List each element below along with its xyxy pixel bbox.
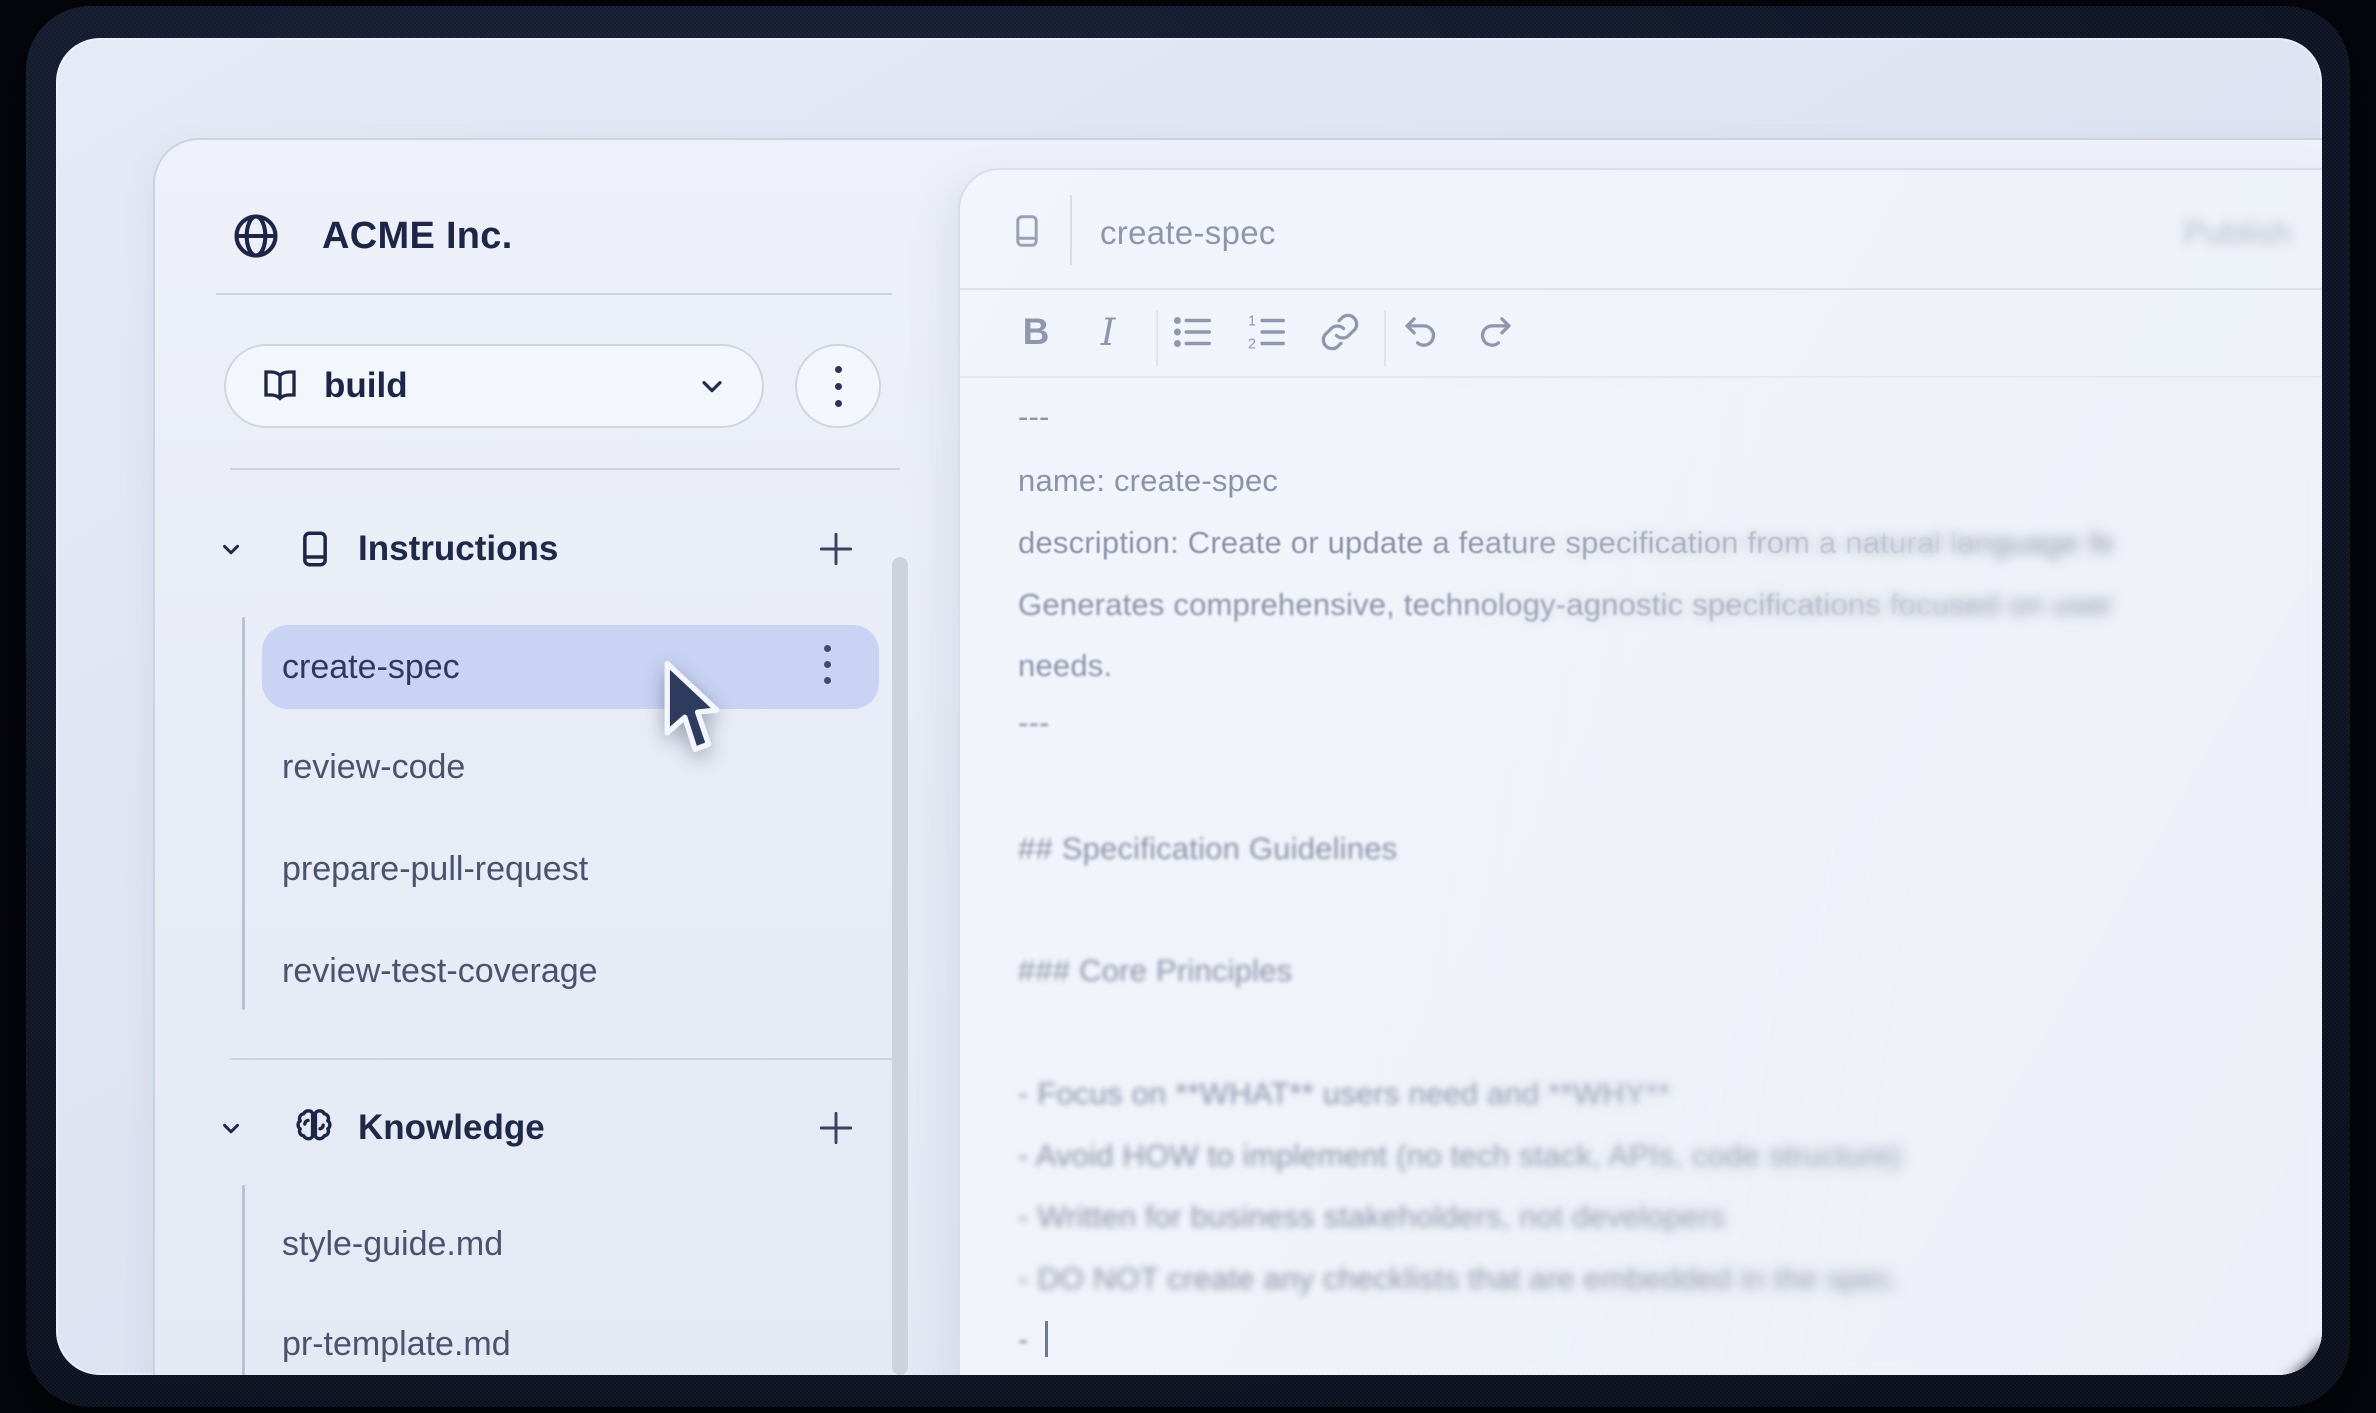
globe-icon bbox=[230, 210, 282, 262]
undo-icon bbox=[1401, 311, 1443, 353]
publish-button[interactable]: Publish bbox=[2183, 214, 2291, 252]
editor-line: name: create-spec bbox=[1018, 461, 1278, 501]
ordered-list-button[interactable]: 1 2 bbox=[1242, 310, 1290, 354]
divider bbox=[230, 468, 900, 470]
link-button[interactable] bbox=[1317, 310, 1363, 354]
workspace-selector[interactable]: build bbox=[224, 344, 764, 428]
sidebar-scrollbar[interactable] bbox=[892, 557, 908, 1375]
section-collapse-chevron-icon[interactable] bbox=[218, 536, 244, 562]
header-divider bbox=[1070, 195, 1072, 265]
bullet-list-icon bbox=[1169, 309, 1215, 355]
item-kebab-menu-icon[interactable] bbox=[824, 645, 831, 684]
screenshot-stage: ACME Inc. build bbox=[0, 0, 2376, 1413]
tree-indent-line bbox=[242, 617, 245, 1010]
divider bbox=[216, 293, 892, 295]
divider bbox=[960, 288, 2322, 290]
sidebar-item-style-guide[interactable]: style-guide.md bbox=[282, 1216, 503, 1272]
editor-line: --- bbox=[1018, 397, 1050, 437]
editor-line: --- bbox=[1018, 703, 1050, 743]
toolbar-divider bbox=[1384, 310, 1386, 366]
redo-icon bbox=[1473, 311, 1515, 353]
workspace-menu-button[interactable] bbox=[795, 344, 881, 428]
workspace-label: build bbox=[324, 366, 408, 406]
editor-line: - bbox=[1018, 1320, 1048, 1360]
kebab-menu-icon bbox=[835, 366, 842, 407]
add-knowledge-button[interactable] bbox=[814, 1106, 858, 1150]
undo-button[interactable] bbox=[1399, 310, 1445, 354]
mouse-cursor bbox=[660, 658, 722, 758]
add-instruction-button[interactable] bbox=[814, 527, 858, 571]
link-icon bbox=[1319, 311, 1361, 353]
editor-line: ### Core Principles bbox=[1018, 951, 1292, 991]
sidebar-item-pr-template[interactable]: pr-template.md bbox=[282, 1316, 511, 1372]
chevron-down-icon bbox=[696, 370, 728, 402]
redo-button[interactable] bbox=[1471, 310, 1517, 354]
ordered-list-icon: 1 2 bbox=[1243, 309, 1289, 355]
document-icon bbox=[1008, 212, 1046, 250]
doc-title: create-spec bbox=[1100, 205, 1276, 261]
italic-button[interactable]: I bbox=[1086, 310, 1130, 354]
svg-text:2: 2 bbox=[1248, 336, 1256, 352]
app-window: ACME Inc. build bbox=[56, 38, 2322, 1375]
sidebar-item-prepare-pull-request[interactable]: prepare-pull-request bbox=[282, 841, 588, 897]
toolbar-divider bbox=[1156, 310, 1158, 366]
sidebar-section-knowledge[interactable]: Knowledge bbox=[358, 1100, 545, 1156]
org-name: ACME Inc. bbox=[322, 208, 513, 264]
journal-icon bbox=[294, 528, 336, 570]
tree-indent-line bbox=[242, 1185, 245, 1375]
brain-icon bbox=[290, 1104, 338, 1152]
section-collapse-chevron-icon[interactable] bbox=[218, 1115, 244, 1141]
bullet-list-button[interactable] bbox=[1168, 310, 1216, 354]
divider bbox=[230, 1058, 900, 1060]
editor-line: needs. bbox=[1018, 646, 1112, 686]
sidebar-item-review-code[interactable]: review-code bbox=[282, 739, 465, 795]
sidebar-section-instructions[interactable]: Instructions bbox=[358, 521, 558, 577]
open-book-icon bbox=[260, 366, 300, 406]
content-blur-overlay bbox=[1296, 377, 2322, 1375]
sidebar-item-label: create-spec bbox=[282, 625, 460, 709]
bold-button[interactable]: B bbox=[1014, 310, 1058, 354]
sidebar-item-review-test-coverage[interactable]: review-test-coverage bbox=[282, 943, 598, 999]
text-caret bbox=[1045, 1321, 1048, 1357]
sidebar-item-create-spec[interactable]: create-spec bbox=[262, 625, 879, 709]
svg-text:1: 1 bbox=[1248, 313, 1256, 329]
